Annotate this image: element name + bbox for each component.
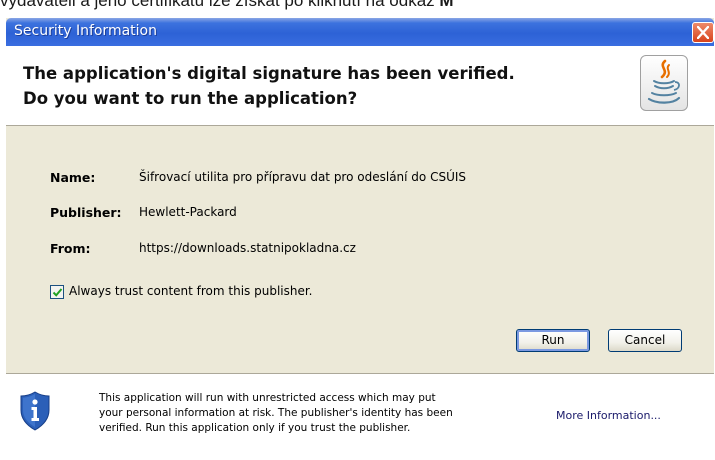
shield-info-icon [20, 391, 50, 431]
security-information-dialog: Security Information The application's d… [6, 18, 714, 460]
background-text-bold: M [439, 0, 454, 10]
name-label: Name: [50, 170, 96, 185]
publisher-label: Publisher: [50, 205, 122, 220]
background-page-text: vydavateli a jeho certifikátu lze získat… [0, 0, 454, 11]
cancel-button[interactable]: Cancel [608, 329, 682, 352]
header-title-line1: The application's digital signature has … [23, 64, 515, 83]
footer-warning-text: This application will run with unrestric… [99, 391, 529, 436]
from-label: From: [50, 241, 91, 256]
java-logo-icon [640, 55, 688, 111]
from-value: https://downloads.statnipokladna.cz [139, 241, 356, 255]
close-button[interactable] [692, 22, 714, 43]
dialog-title: Security Information [14, 23, 157, 39]
run-button[interactable]: Run [516, 329, 590, 352]
always-trust-checkbox[interactable] [50, 285, 64, 299]
publisher-value: Hewlett-Packard [139, 205, 237, 219]
checkmark-icon [52, 288, 63, 297]
footer-warning-line2: your personal information at risk. The p… [99, 407, 453, 419]
footer-warning-line3: verified. Run this application only if y… [99, 422, 411, 434]
dialog-titlebar[interactable]: Security Information [6, 18, 714, 46]
dialog-footer: This application will run with unrestric… [6, 373, 714, 460]
close-icon [697, 26, 709, 39]
footer-warning-line1: This application will run with unrestric… [99, 392, 436, 404]
always-trust-label[interactable]: Always trust content from this publisher… [69, 284, 313, 298]
background-text-prefix: vydavateli a jeho certifikátu lze získat… [0, 0, 440, 10]
name-value: Šifrovací utilita pro přípravu dat pro o… [139, 170, 467, 184]
dialog-header: The application's digital signature has … [6, 46, 714, 126]
more-information-link[interactable]: More Information... [556, 409, 661, 422]
header-title-line2: Do you want to run the application? [23, 89, 358, 108]
